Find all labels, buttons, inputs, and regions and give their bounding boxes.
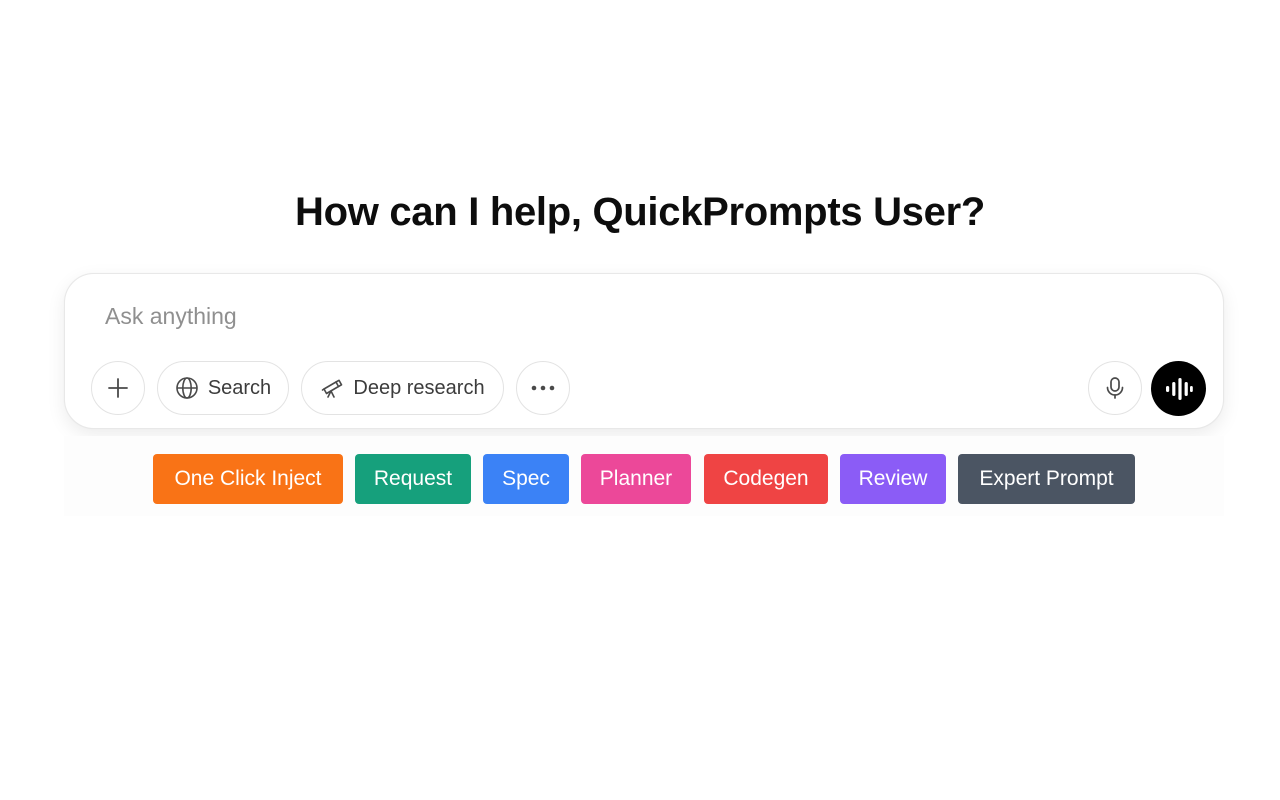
microphone-icon xyxy=(1104,376,1126,400)
quick-prompt-bar: One Click Inject Request Spec Planner Co… xyxy=(64,436,1224,516)
quick-prompt-spec[interactable]: Spec xyxy=(483,454,569,504)
quick-prompt-codegen[interactable]: Codegen xyxy=(704,454,828,504)
add-attachment-button[interactable] xyxy=(91,361,145,415)
plus-icon xyxy=(106,376,130,400)
quick-prompt-planner[interactable]: Planner xyxy=(581,454,691,504)
quick-prompt-one-click-inject[interactable]: One Click Inject xyxy=(153,454,343,504)
quick-prompt-expert-prompt[interactable]: Expert Prompt xyxy=(958,454,1135,504)
search-button-label: Search xyxy=(207,376,272,399)
quick-prompt-review[interactable]: Review xyxy=(840,454,946,504)
prompt-composer: Search Deep research xyxy=(64,273,1224,429)
prompt-input[interactable] xyxy=(105,296,1105,336)
deep-research-button[interactable]: Deep research xyxy=(301,361,504,415)
more-tools-button[interactable] xyxy=(516,361,570,415)
search-button[interactable]: Search xyxy=(157,361,289,415)
globe-icon xyxy=(175,376,199,400)
quick-prompt-request[interactable]: Request xyxy=(355,454,471,504)
voice-mode-button[interactable] xyxy=(1151,361,1206,416)
voice-mode-icon xyxy=(1165,377,1193,401)
telescope-icon xyxy=(320,376,344,400)
dictate-button[interactable] xyxy=(1088,361,1142,415)
deep-research-button-label: Deep research xyxy=(353,376,485,399)
page-title: How can I help, QuickPrompts User? xyxy=(295,190,985,234)
ellipsis-icon xyxy=(530,384,556,392)
